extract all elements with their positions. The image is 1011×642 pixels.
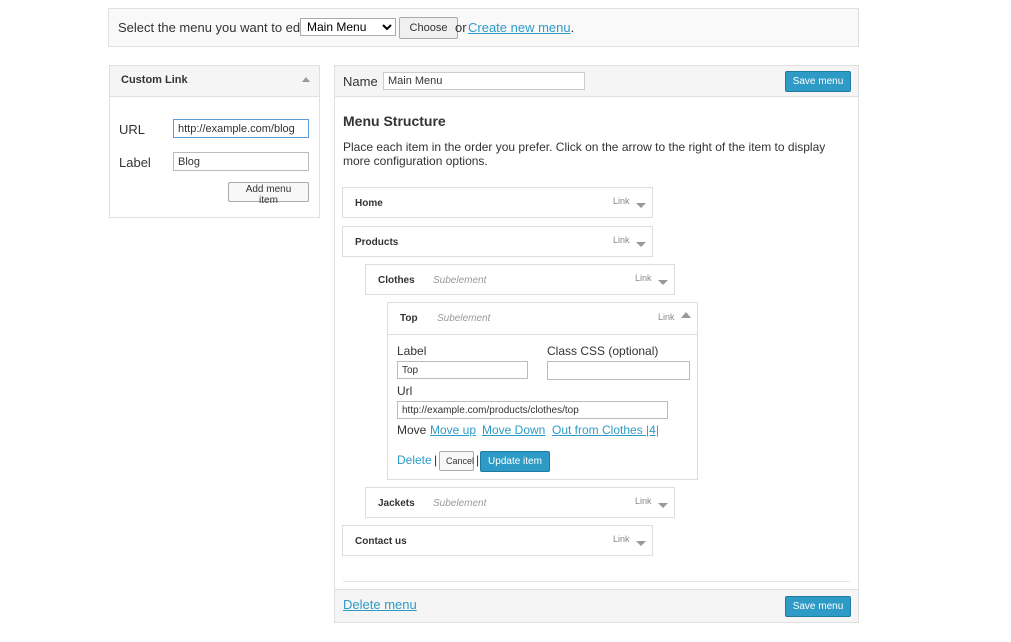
menu-item-type: Link [613,534,630,544]
choose-button[interactable]: Choose [399,17,458,39]
menu-item-subtitle: Subelement [433,275,487,286]
url-input[interactable] [173,119,309,138]
menu-item-home[interactable]: Home Link [342,187,653,218]
menu-item-title: Clothes [378,275,415,286]
custom-link-panel: Custom Link URL Label Add menu item [109,65,320,218]
cancel-button[interactable]: Cancel [439,451,474,471]
divider [388,334,697,335]
collapse-arrow-icon[interactable] [681,312,691,318]
save-menu-button-bottom[interactable]: Save menu [785,596,851,617]
menu-item-subtitle: Subelement [437,313,491,324]
menu-item-top-header[interactable]: Top Subelement Link [388,303,697,334]
item-url-input[interactable] [397,401,668,419]
update-item-button[interactable]: Update item [480,451,550,472]
menu-item-title: Home [355,198,383,209]
separator: | [476,453,480,467]
custom-link-header[interactable]: Custom Link [110,66,319,97]
item-label-label: Label [397,344,427,358]
menu-item-type: Link [613,235,630,245]
expand-arrow-icon[interactable] [658,280,668,285]
expand-arrow-icon[interactable] [636,203,646,208]
menu-item-title: Jackets [378,498,415,509]
menu-item-title: Top [400,313,418,324]
item-label-input[interactable] [397,361,528,379]
menu-editor-header: Name Save menu [335,66,858,97]
url-label: URL [119,122,146,137]
or-text: or [455,20,467,35]
menu-select-label: Select the menu you want to edit: [118,20,311,35]
label-label: Label [119,155,151,170]
menu-item-type: Link [635,273,652,283]
menu-item-type: Link [613,196,630,206]
expand-arrow-icon[interactable] [636,242,646,247]
menu-select-dropdown[interactable]: Main Menu [300,18,396,36]
create-suffix: . [570,20,575,35]
menu-item-contact-us[interactable]: Contact us Link [342,525,653,556]
move-out-link[interactable]: Out from Clothes |4| [552,423,659,437]
menu-item-products[interactable]: Products Link [342,226,653,257]
move-label: Move [397,423,427,437]
item-css-input[interactable] [547,361,690,380]
menu-item-title: Contact us [355,536,407,547]
expand-arrow-icon[interactable] [658,503,668,508]
menu-editor-footer: Delete menu Save menu [335,589,858,622]
menu-item-jackets[interactable]: Jackets Subelement Link [365,487,675,518]
name-label: Name [343,74,378,89]
expand-arrow-icon[interactable] [636,541,646,546]
menu-item-type: Link [635,496,652,506]
divider [343,581,850,582]
save-menu-button-top[interactable]: Save menu [785,71,851,92]
item-url-label: Url [397,384,413,398]
add-menu-item-button[interactable]: Add menu item [228,182,309,206]
delete-item-link[interactable]: Delete [397,453,432,467]
menu-name-input[interactable] [383,72,585,90]
menu-item-subtitle: Subelement [433,498,487,509]
menu-item-type: Link [658,312,675,322]
menu-structure-description: Place each item in the order you prefer.… [343,140,826,168]
collapse-arrow-icon[interactable] [302,77,310,82]
menu-structure-title: Menu Structure [343,113,446,129]
move-up-link[interactable]: Move up [430,423,476,437]
menu-select-bar: Select the menu you want to edit: Main M… [108,8,859,47]
separator: | [434,453,438,467]
item-css-label: Class CSS (optional) [547,344,659,358]
menu-item-top-expanded: Top Subelement Link Label Class CSS (opt… [387,302,698,480]
custom-link-title: Custom Link [121,74,188,86]
menu-item-title: Products [355,237,399,248]
create-new-menu-link[interactable]: Create new menu [468,20,571,35]
menu-item-clothes[interactable]: Clothes Subelement Link [365,264,675,295]
label-input[interactable] [173,152,309,171]
move-down-link[interactable]: Move Down [482,423,545,437]
delete-menu-link[interactable]: Delete menu [343,597,417,612]
